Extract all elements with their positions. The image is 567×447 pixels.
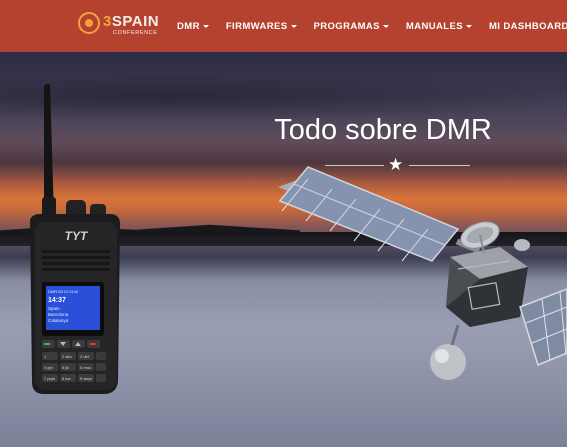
caret-down-icon	[465, 25, 472, 28]
microphone-icon	[78, 12, 100, 34]
nav-item-programas[interactable]: PROGRAMAS	[314, 21, 389, 32]
key-8: 8 tuv	[62, 376, 71, 381]
nav-item-manuales[interactable]: MANUALES	[406, 21, 472, 32]
key-2: 2 abc	[62, 354, 72, 359]
radio-brand-label: TYT	[65, 229, 89, 243]
screen-line-4: Barcelona	[48, 312, 69, 317]
nav-item-dmr[interactable]: DMR	[177, 21, 209, 32]
screen-line-1: DMR:B3 ID:2140	[48, 289, 79, 294]
nav-item-mi-dashboard[interactable]: MI DASHBOARD	[489, 21, 567, 32]
brand-logo[interactable]: 3SPAIN CONFERENCE	[78, 11, 160, 41]
key-9: 9 wxyz	[80, 376, 92, 381]
key-4: 4 ghi	[44, 365, 53, 370]
top-navbar: 3SPAIN CONFERENCE DMR FIRMWARES PROGRAMA…	[0, 0, 567, 52]
brand-subtitle: CONFERENCE	[113, 30, 158, 36]
key-5: 5 jkl	[62, 365, 69, 370]
key-3: 3 def	[80, 354, 90, 359]
nav-item-firmwares[interactable]: FIRMWARES	[226, 21, 297, 32]
screen-line-5: Catalunya	[48, 318, 69, 323]
caret-down-icon	[290, 25, 297, 28]
screen-line-2: 14:37	[48, 297, 66, 304]
dmr-radio-image: TYT DMR:B3 ID:2140 14:37 Spain Barcelona…	[30, 83, 120, 394]
screen-line-3: Spain	[48, 306, 60, 311]
hero-title: Todo sobre DMR	[274, 114, 492, 146]
caret-down-icon	[202, 25, 209, 28]
hero-banner: TYT DMR:B3 ID:2140 14:37 Spain Barcelona…	[0, 52, 567, 447]
satellite-image	[278, 166, 567, 380]
key-7: 7 pqrs	[44, 376, 55, 381]
brand-name: 3SPAIN	[103, 13, 160, 30]
main-nav: DMR FIRMWARES PROGRAMAS MANUALES MI DASH…	[177, 0, 567, 52]
key-6: 6 mno	[80, 365, 92, 370]
caret-down-icon	[382, 25, 389, 28]
